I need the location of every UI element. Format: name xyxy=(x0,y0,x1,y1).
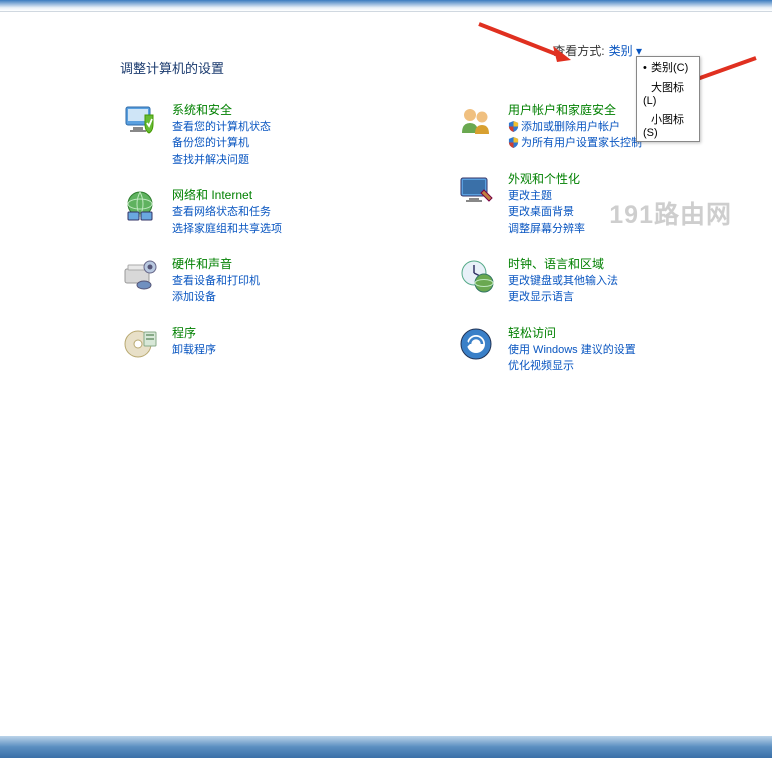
hardware-link-devices[interactable]: 查看设备和打印机 xyxy=(172,274,416,289)
ease-link-suggestions[interactable]: 使用 Windows 建议的设置 xyxy=(508,343,752,358)
programs-item: 程序 卸载程序 xyxy=(120,324,416,364)
system-link-status[interactable]: 查看您的计算机状态 xyxy=(172,120,416,135)
view-by-dropdown-menu: •类别(C) 大图标(L) 小图标(S) xyxy=(636,56,700,142)
clock-link-keyboard[interactable]: 更改键盘或其他输入法 xyxy=(508,274,752,289)
shield-icon xyxy=(508,137,519,148)
network-link-homegroup[interactable]: 选择家庭组和共享选项 xyxy=(172,222,416,237)
window-bottom-stripe xyxy=(0,736,772,758)
network-internet-icon xyxy=(120,186,160,226)
clock-link-language[interactable]: 更改显示语言 xyxy=(508,290,752,305)
right-column: 用户帐户和家庭安全 添加或删除用户帐户 为所有用户设置家长控制 xyxy=(456,101,752,393)
system-link-troubleshoot[interactable]: 查找并解决问题 xyxy=(172,153,416,168)
ease-access-item: 轻松访问 使用 Windows 建议的设置 优化视频显示 xyxy=(456,324,752,375)
system-security-item: 系统和安全 查看您的计算机状态 备份您的计算机 查找并解决问题 xyxy=(120,101,416,168)
system-security-title[interactable]: 系统和安全 xyxy=(172,101,416,118)
ease-access-icon xyxy=(456,324,496,364)
hardware-sound-icon xyxy=(120,255,160,295)
clock-language-icon xyxy=(456,255,496,295)
users-link-parental[interactable]: 为所有用户设置家长控制 xyxy=(508,136,752,151)
user-accounts-icon xyxy=(456,101,496,141)
dropdown-option-category[interactable]: •类别(C) xyxy=(637,57,699,77)
system-security-icon xyxy=(120,101,160,141)
window-top-stripe xyxy=(0,0,772,12)
clock-language-title[interactable]: 时钟、语言和区域 xyxy=(508,255,752,272)
left-column: 系统和安全 查看您的计算机状态 备份您的计算机 查找并解决问题 xyxy=(120,101,416,393)
ease-access-title[interactable]: 轻松访问 xyxy=(508,324,752,341)
clock-language-item: 时钟、语言和区域 更改键盘或其他输入法 更改显示语言 xyxy=(456,255,752,306)
appearance-icon xyxy=(456,170,496,210)
network-link-status[interactable]: 查看网络状态和任务 xyxy=(172,205,416,220)
network-internet-item: 网络和 Internet 查看网络状态和任务 选择家庭组和共享选项 xyxy=(120,186,416,237)
appearance-title[interactable]: 外观和个性化 xyxy=(508,170,752,187)
user-accounts-item: 用户帐户和家庭安全 添加或删除用户帐户 为所有用户设置家长控制 xyxy=(456,101,752,152)
appearance-link-theme[interactable]: 更改主题 xyxy=(508,189,752,204)
hardware-link-add[interactable]: 添加设备 xyxy=(172,290,416,305)
hardware-sound-title[interactable]: 硬件和声音 xyxy=(172,255,416,272)
category-columns: 系统和安全 查看您的计算机状态 备份您的计算机 查找并解决问题 xyxy=(120,101,752,393)
dropdown-option-large-icons[interactable]: 大图标(L) xyxy=(637,77,699,109)
appearance-link-resolution[interactable]: 调整屏幕分辨率 xyxy=(508,222,752,237)
ease-link-visual[interactable]: 优化视频显示 xyxy=(508,359,752,374)
programs-link-uninstall[interactable]: 卸载程序 xyxy=(172,343,416,358)
header-row: 调整计算机的设置 查看方式: 类别 ▾ •类别(C) 大图标(L) 小图标(S) xyxy=(120,58,752,77)
programs-title[interactable]: 程序 xyxy=(172,324,416,341)
view-by-label: 查看方式: xyxy=(553,42,604,59)
view-by-control: 查看方式: 类别 ▾ xyxy=(553,42,642,59)
shield-icon xyxy=(508,121,519,132)
appearance-item: 外观和个性化 更改主题 更改桌面背景 调整屏幕分辨率 xyxy=(456,170,752,237)
programs-icon xyxy=(120,324,160,364)
dropdown-option-small-icons[interactable]: 小图标(S) xyxy=(637,109,699,141)
content-area: 调整计算机的设置 查看方式: 类别 ▾ •类别(C) 大图标(L) 小图标(S) xyxy=(0,40,772,393)
users-link-add-remove[interactable]: 添加或删除用户帐户 xyxy=(508,120,752,135)
hardware-sound-item: 硬件和声音 查看设备和打印机 添加设备 xyxy=(120,255,416,306)
system-link-backup[interactable]: 备份您的计算机 xyxy=(172,136,416,151)
network-internet-title[interactable]: 网络和 Internet xyxy=(172,186,416,203)
appearance-link-background[interactable]: 更改桌面背景 xyxy=(508,205,752,220)
user-accounts-title[interactable]: 用户帐户和家庭安全 xyxy=(508,101,752,118)
